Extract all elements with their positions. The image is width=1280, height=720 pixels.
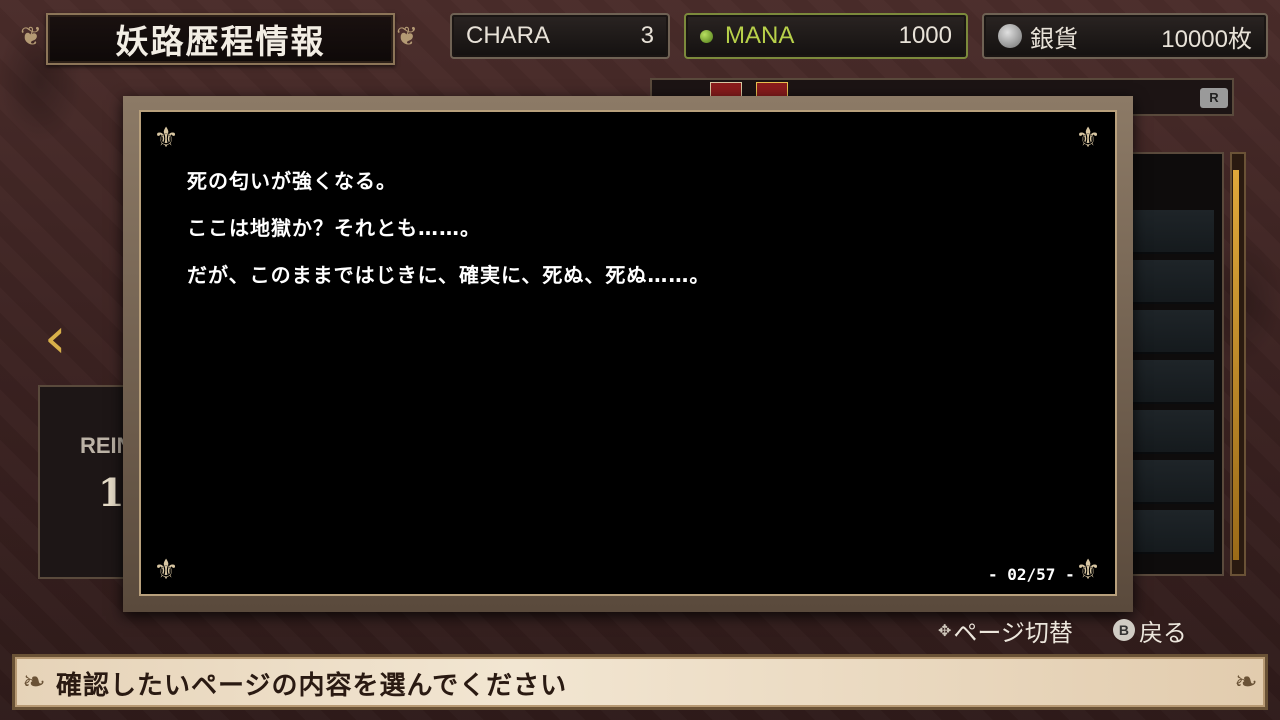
list-item[interactable] (1132, 410, 1214, 454)
corner-ornament-icon: ⚜ (153, 553, 179, 586)
corner-ornament-icon: ⚜ (1075, 121, 1101, 154)
r-button-icon: R (1200, 88, 1228, 108)
mana-counter: MANA 1000 (684, 13, 968, 59)
list-item[interactable] (1132, 310, 1214, 354)
mana-label: MANA (725, 22, 795, 49)
help-bar-left-ornament-icon: ❧ (22, 665, 46, 698)
chara-value: 3 (640, 22, 654, 49)
scrollbar-thumb[interactable] (1233, 170, 1239, 560)
list-item[interactable] (1132, 260, 1214, 304)
list-item[interactable] (1132, 460, 1214, 504)
title-plate: 妖路歴程情報 (46, 13, 395, 65)
corner-ornament-icon: ⚜ (153, 121, 179, 154)
page-switch-hint[interactable]: ページ切替 (953, 613, 1073, 648)
list-item[interactable] (1132, 210, 1214, 254)
character-card-number: 1 (98, 470, 125, 515)
chara-counter: CHARA 3 (450, 13, 670, 59)
silver-counter: 銀貨 10000枚 (982, 13, 1268, 59)
button-hints: ✥ ページ切替 B 戻る (938, 613, 1187, 648)
chara-label: CHARA (466, 22, 551, 49)
help-bar-right-ornament-icon: ❧ (1234, 665, 1258, 698)
title-left-flourish: ❦ (20, 22, 42, 52)
green-orb-icon (700, 29, 713, 43)
silver-label: 銀貨 (1030, 25, 1078, 53)
dpad-icon: ✥ (938, 620, 952, 640)
b-button-icon: B (1112, 619, 1135, 641)
page-title: 妖路歴程情報 (115, 22, 326, 61)
story-line: ここは地獄か？それとも……。 (187, 216, 481, 240)
help-text: 確認したいページの内容を選んでください (56, 671, 568, 701)
mana-value: 1000 (898, 22, 952, 49)
silver-coin-icon (998, 24, 1022, 48)
back-hint[interactable]: 戻る (1139, 613, 1187, 648)
page-indicator: - 02/57 - (988, 565, 1075, 584)
list-item[interactable] (1132, 510, 1214, 554)
list-item[interactable] (1132, 360, 1214, 404)
chevron-left-icon[interactable]: ‹ (44, 300, 68, 378)
story-line: だが、このままではじきに、確実に、死ぬ、死ぬ……。 (187, 263, 711, 287)
silver-value: 10000枚 (1161, 25, 1252, 53)
title-right-flourish: ❦ (396, 22, 418, 52)
story-line: 死の匂いが強くなる。 (187, 169, 397, 193)
